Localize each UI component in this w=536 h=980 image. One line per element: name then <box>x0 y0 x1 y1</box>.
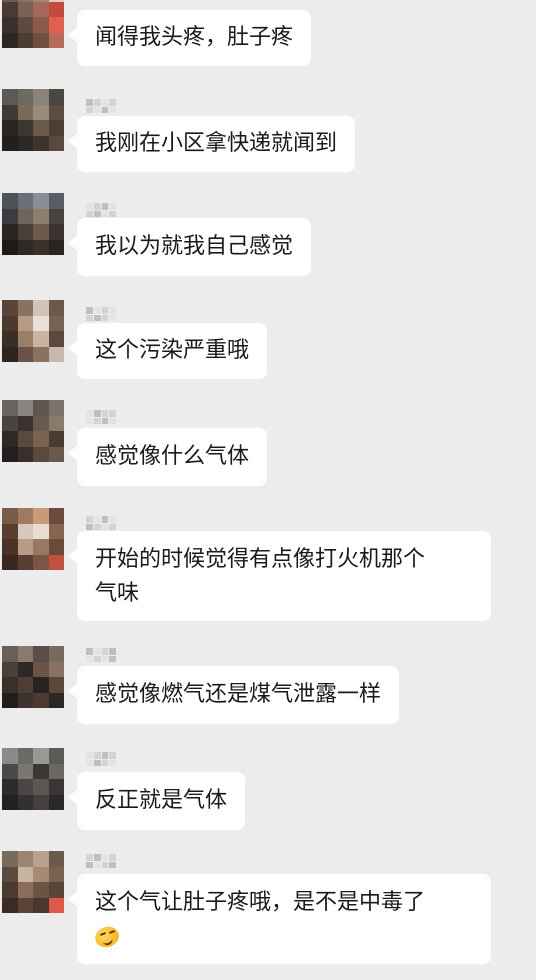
sender-name <box>86 410 116 424</box>
sender-name <box>86 854 116 868</box>
message-bubble: 闻得我头疼，肚子疼 <box>67 10 312 66</box>
sender-name <box>86 99 116 113</box>
message-line: 开始的时候觉得有点像打火机那个 <box>95 547 426 572</box>
message-bubble: 感觉像什么气体 <box>67 428 268 486</box>
message-bubble: 我刚在小区拿快递就闻到 <box>67 116 356 172</box>
avatar[interactable] <box>2 0 64 48</box>
avatar[interactable] <box>2 851 64 913</box>
message-bubble: 感觉像燃气还是煤气泄露一样 <box>67 666 400 724</box>
message-line: 这个气让肚子疼哦，是不是中毒了 <box>95 890 426 915</box>
message-bubble: 开始的时候觉得有点像打火机那个 气味 <box>68 531 491 621</box>
message-line: 气味 <box>95 581 140 606</box>
message-bubble: 反正就是气体 <box>67 772 246 830</box>
sender-name <box>86 203 116 217</box>
sender-name <box>86 307 116 321</box>
chat-thread: 闻得我头疼，肚子疼 我刚在小区拿快递就闻到 我以为就我自己感觉 这个污染严重哦 … <box>0 0 536 980</box>
avatar[interactable] <box>2 646 64 708</box>
sender-name <box>86 516 116 530</box>
sender-name <box>86 752 116 766</box>
message-bubble: 这个污染严重哦 <box>67 323 268 379</box>
sender-name <box>86 648 116 662</box>
message-bubble: 这个气让肚子疼哦，是不是中毒了 <box>68 874 491 964</box>
laugh-cry-emoji <box>92 923 122 951</box>
avatar[interactable] <box>2 193 64 255</box>
message-bubble: 我以为就我自己感觉 <box>67 218 312 276</box>
avatar[interactable] <box>2 89 64 151</box>
avatar[interactable] <box>2 300 64 362</box>
avatar[interactable] <box>2 748 64 810</box>
avatar[interactable] <box>2 508 64 570</box>
avatar[interactable] <box>2 400 64 462</box>
